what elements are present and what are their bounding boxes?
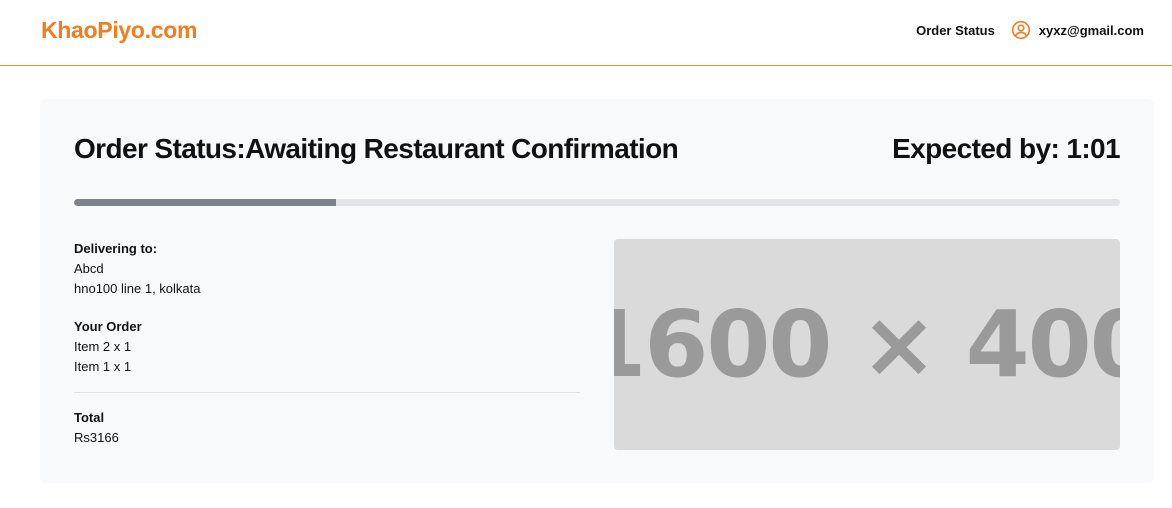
user-menu[interactable]: xyxz@gmail.com: [1011, 20, 1144, 40]
order-details: Delivering to: Abcd hno100 line 1, kolka…: [74, 241, 580, 463]
section-divider: [74, 392, 580, 393]
total-label: Total: [74, 410, 105, 425]
delivery-address: hno100 line 1, kolkata: [74, 281, 201, 296]
expected-time: Expected by: 1:01: [892, 133, 1121, 164]
order-progress-fill: [74, 199, 336, 206]
order-item: Item 2 x 1: [74, 339, 132, 354]
order-status-title: Order Status:Awaiting Restaurant Confirm…: [74, 133, 679, 164]
order-status-link[interactable]: Order Status: [916, 23, 995, 38]
brand-logo-link[interactable]: KhaoPiyo.com: [41, 17, 197, 44]
restaurant-image-placeholder: 1600 × 400: [614, 239, 1120, 450]
total-section: Total Rs3166: [74, 410, 580, 448]
your-order-label: Your Order: [74, 319, 142, 334]
placeholder-dimensions-text: 1600 × 400: [614, 291, 1120, 398]
delivering-label: Delivering to:: [74, 241, 158, 256]
top-navbar: KhaoPiyo.com Order Status xyxz@gmail.com: [0, 0, 1172, 66]
user-circle-icon: [1011, 20, 1031, 40]
user-email: xyxz@gmail.com: [1038, 22, 1144, 38]
delivery-section: Delivering to: Abcd hno100 line 1, kolka…: [74, 241, 580, 299]
header-nav: Order Status xyxz@gmail.com: [916, 19, 1144, 41]
order-item: Item 1 x 1: [74, 359, 132, 374]
total-value: Rs3166: [74, 430, 119, 445]
order-status-card: Order Status:Awaiting Restaurant Confirm…: [40, 99, 1154, 483]
order-progress-bar: [74, 199, 1120, 206]
order-items-section: Your Order Item 2 x 1 Item 1 x 1: [74, 319, 580, 377]
recipient-name: Abcd: [74, 261, 104, 276]
